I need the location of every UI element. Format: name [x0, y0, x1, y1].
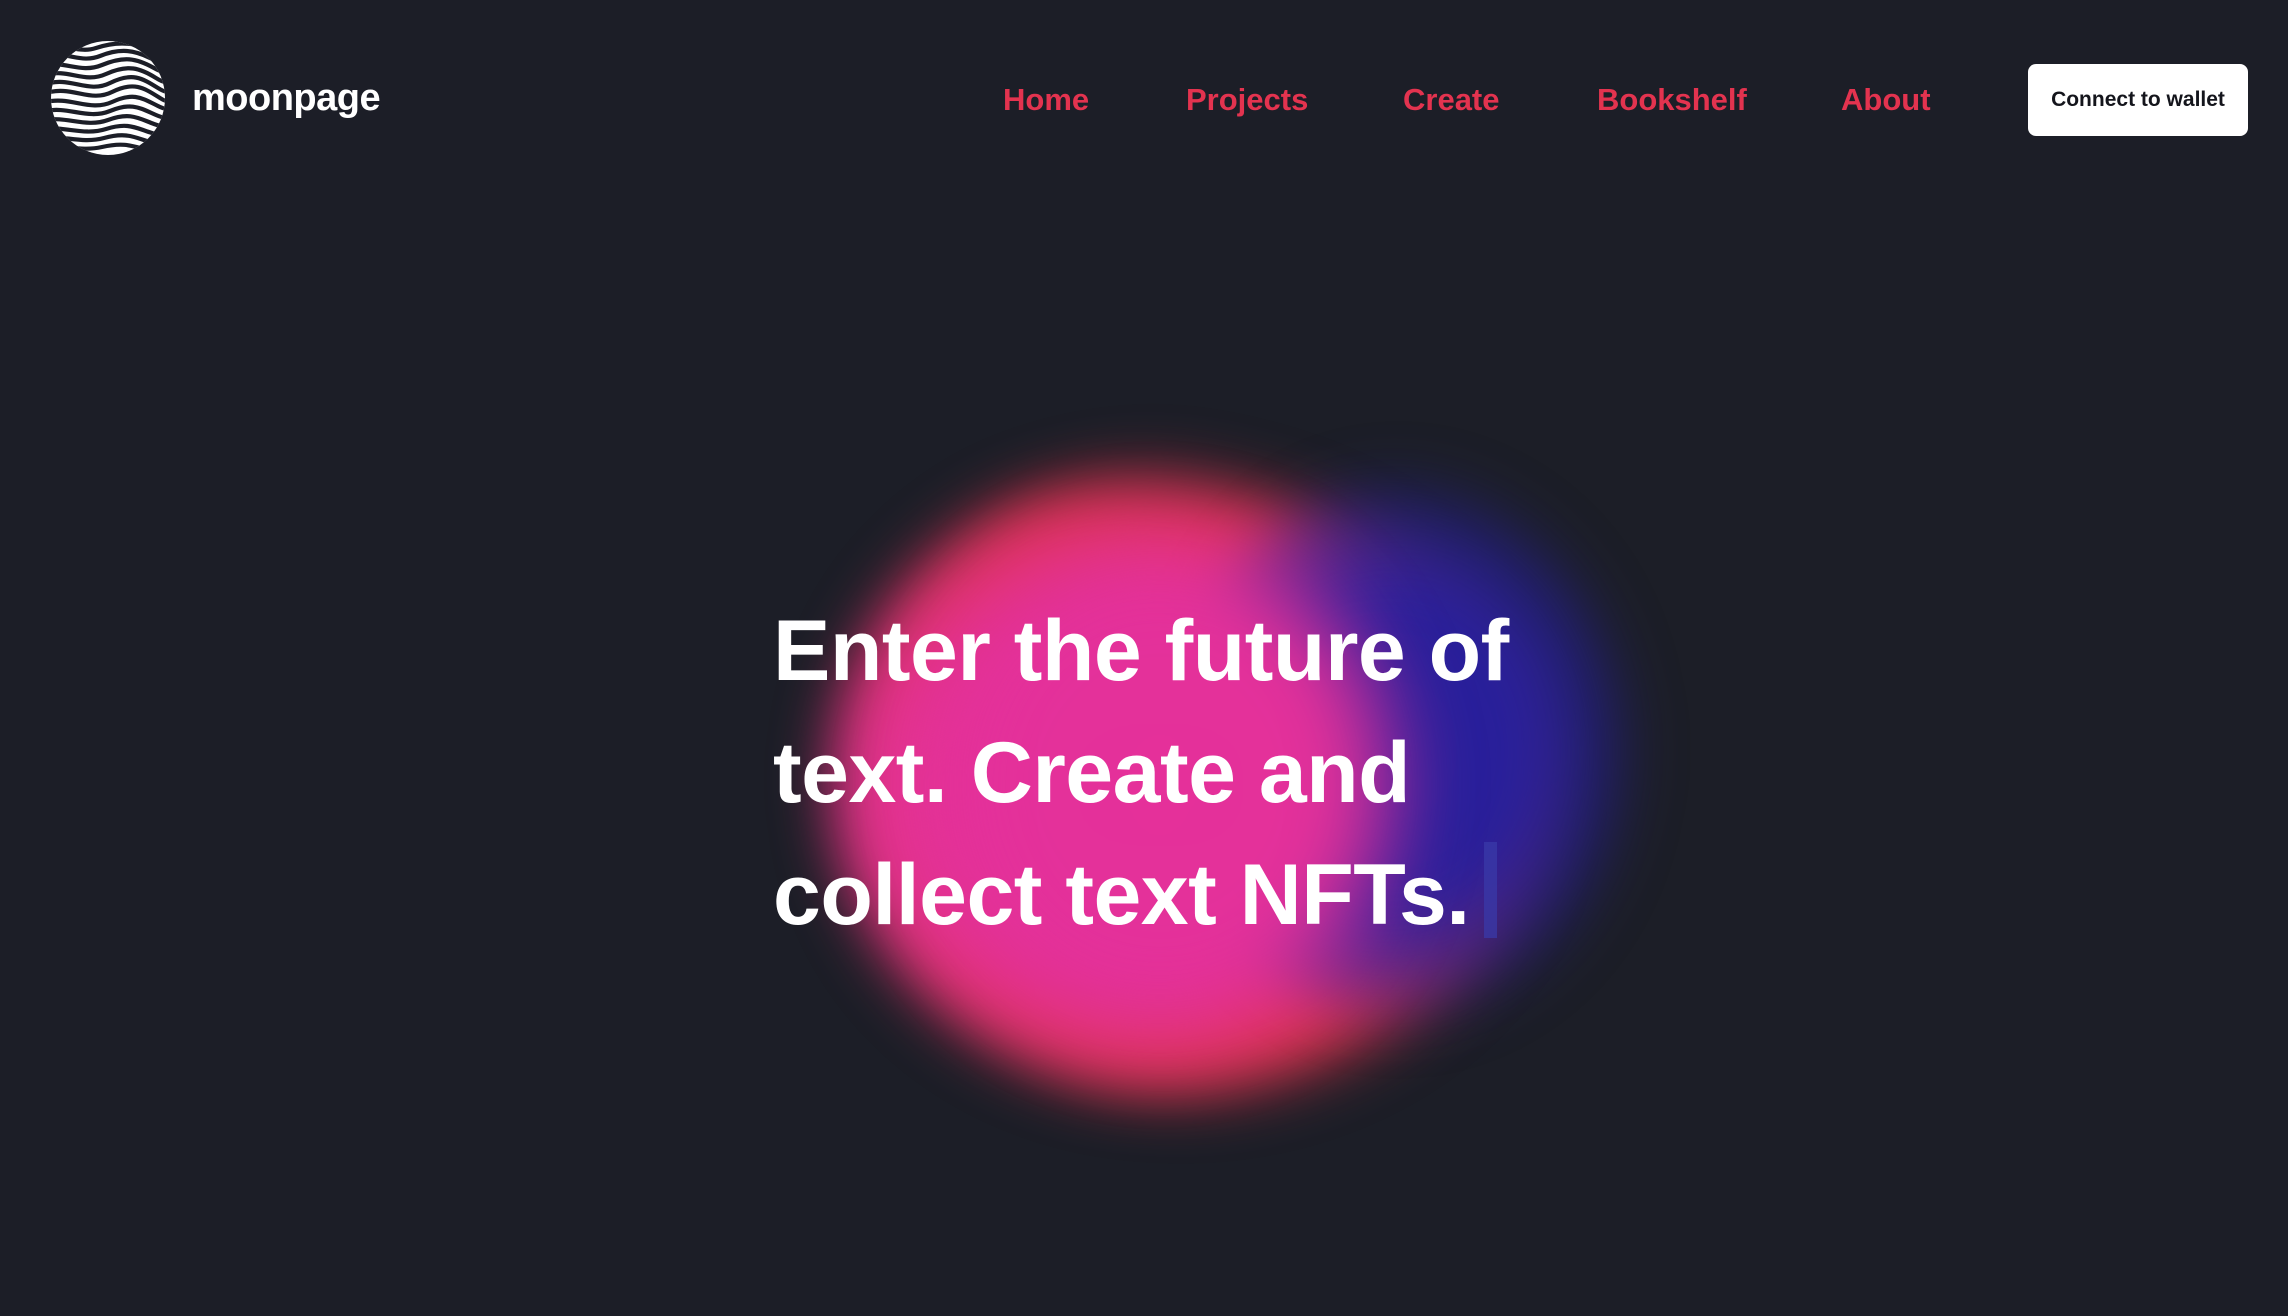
page: moonpage Home Projects Create Bookshelf … [0, 0, 2288, 1316]
hero-headline-line-2: text. Create and [773, 725, 1411, 821]
hero-headline-line-1: Enter the future of [773, 603, 1509, 699]
nav-home-link[interactable]: Home [1003, 78, 1089, 122]
hero-headline-line-3: collect text NFTs. [773, 834, 1553, 956]
main-nav: Home Projects Create Bookshelf About [0, 78, 2288, 122]
site-header: moonpage Home Projects Create Bookshelf … [0, 0, 2288, 200]
typing-cursor [1483, 842, 1497, 938]
nav-bookshelf-link[interactable]: Bookshelf [1597, 78, 1747, 122]
hero-headline-line-3-text: collect text NFTs. [773, 847, 1470, 943]
hero-headline: Enter the future of text. Create and col… [773, 590, 1553, 956]
nav-projects-link[interactable]: Projects [1186, 78, 1308, 122]
nav-create-link[interactable]: Create [1403, 78, 1500, 122]
nav-about-link[interactable]: About [1841, 78, 1931, 122]
connect-wallet-button[interactable]: Connect to wallet [2028, 64, 2248, 136]
